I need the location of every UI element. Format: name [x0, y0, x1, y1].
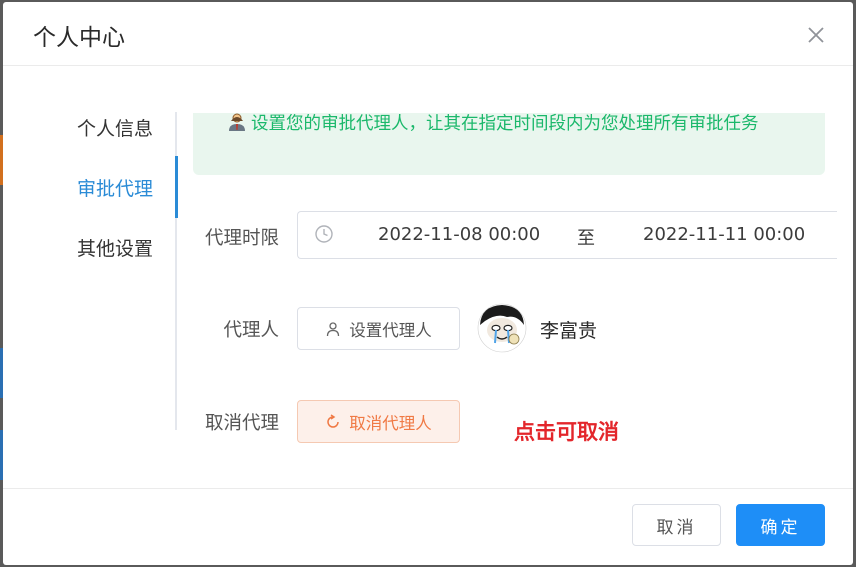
- tab-other-settings[interactable]: 其他设置: [77, 234, 153, 261]
- avatar: [477, 303, 527, 353]
- date-range-separator: 至: [577, 228, 595, 249]
- settings-tabs: 个人信息 审批代理 其他设置: [3, 112, 179, 430]
- tab-personal-info[interactable]: 个人信息: [77, 114, 153, 141]
- tab-approval-proxy[interactable]: 审批代理: [77, 174, 153, 201]
- date-range-picker[interactable]: 2022-11-08 00:00 至 2022-11-11 00:00: [297, 211, 837, 259]
- period-label: 代理时限: [204, 228, 279, 249]
- tab-active-indicator: [175, 156, 178, 218]
- close-icon[interactable]: [805, 24, 827, 46]
- dialog-header: 个人中心: [3, 2, 853, 66]
- dialog-title: 个人中心: [33, 25, 125, 51]
- confirm-button[interactable]: 确定: [736, 504, 825, 546]
- personal-center-dialog: 个人中心 个人信息 审批代理 其他设置 设置您的审批代理人，让其在指定时间段内为…: [3, 2, 853, 565]
- date-range-start[interactable]: 2022-11-08 00:00: [378, 224, 540, 245]
- cancel-hint-annotation: 点击可取消: [514, 420, 619, 444]
- date-range-end[interactable]: 2022-11-11 00:00: [643, 224, 805, 245]
- set-agent-label: 设置代理人: [349, 320, 432, 340]
- cancel-button[interactable]: 取消: [632, 504, 721, 546]
- cancel-agent-label: 取消代理人: [349, 413, 432, 433]
- banner-text: 设置您的审批代理人，让其在指定时间段内为您处理所有审批任务: [251, 114, 759, 134]
- clock-icon: [314, 224, 334, 249]
- dialog-footer: [3, 488, 853, 565]
- info-banner: 设置您的审批代理人，让其在指定时间段内为您处理所有审批任务: [193, 113, 825, 175]
- agent-name: 李富贵: [540, 320, 598, 342]
- cancel-agent-button[interactable]: 取消代理人: [297, 400, 460, 443]
- refresh-icon: [327, 413, 339, 428]
- user-icon: [327, 321, 340, 336]
- cancel-proxy-label: 取消代理: [204, 413, 279, 434]
- agent-person-icon: [227, 112, 247, 141]
- agent-label: 代理人: [223, 320, 279, 341]
- set-agent-button[interactable]: 设置代理人: [297, 307, 460, 350]
